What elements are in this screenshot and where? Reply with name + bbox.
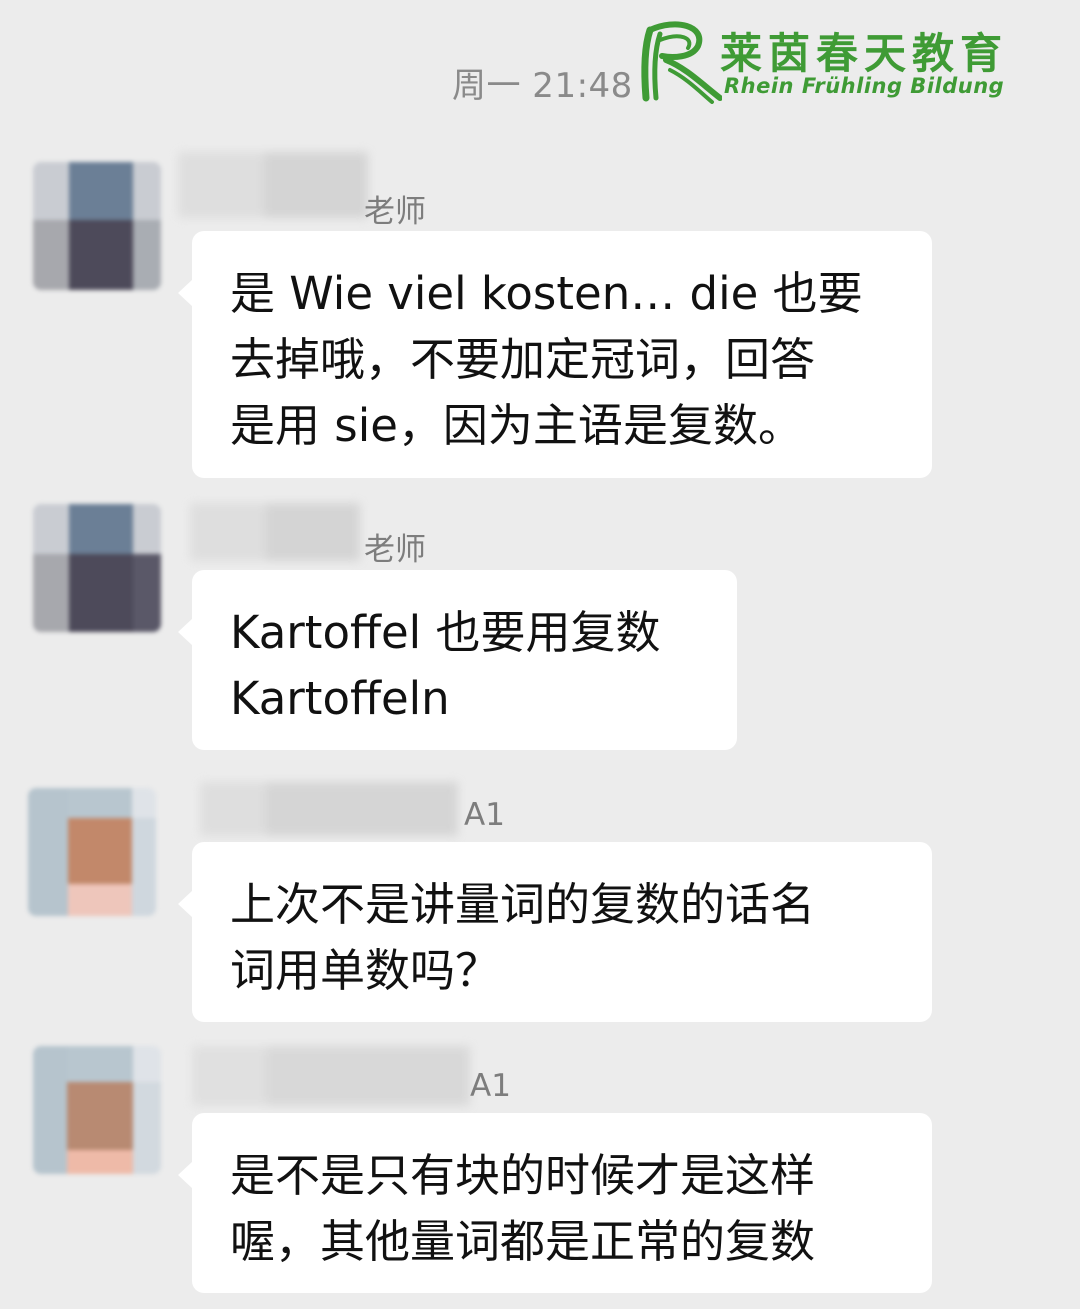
message-text-line: 词用单数吗？ [230,944,501,997]
message-timestamp: 周一 21:48 [452,66,633,106]
sender-avatar[interactable] [33,162,161,290]
message-text-line: 是用 sie，因为主语是复数。 [230,399,803,452]
message-text-line: 喔，其他量词都是正常的复数 [230,1215,816,1268]
brand-logo-icon [641,21,722,104]
brand-chinese-name: 莱茵春天教育 [720,29,1009,78]
redacted-sender-name [192,1046,470,1106]
sender-name: 老师 [364,194,426,230]
message-text-line: Kartoffeln [230,672,450,725]
brand-english-name: Rhein Frühling Bildung [724,74,1005,98]
sender-name: 老师 [364,532,426,568]
message-bubble[interactable]: 是不是只有块的时候才是这样 喔，其他量词都是正常的复数 [178,1113,932,1293]
sender-avatar[interactable] [33,1046,161,1174]
redacted-sender-name [190,503,360,561]
sender-name: A1 [464,797,505,833]
message-bubble[interactable]: 是 Wie viel kosten… die 也要 去掉哦，不要加定冠词，回答 … [178,231,932,478]
message-text-line: 去掉哦，不要加定冠词，回答 [230,333,816,386]
brand-watermark: 莱茵春天教育 Rhein Frühling Bildung [636,18,1006,106]
message-text-line: 是 Wie viel kosten… die 也要 [230,267,863,320]
sender-name: A1 [470,1068,511,1104]
sender-avatar[interactable] [33,504,161,632]
message-text-line: Kartoffel 也要用复数 [230,606,661,659]
redacted-sender-name [200,782,458,836]
message-text-line: 上次不是讲量词的复数的话名 [230,878,816,931]
message-bubble[interactable]: 上次不是讲量词的复数的话名 词用单数吗？ [178,842,932,1022]
redacted-sender-name [178,152,368,218]
message-text-line: 是不是只有块的时候才是这样 [230,1149,816,1202]
message-bubble[interactable]: Kartoffel 也要用复数 Kartoffeln [178,570,737,750]
sender-avatar[interactable] [28,788,156,916]
